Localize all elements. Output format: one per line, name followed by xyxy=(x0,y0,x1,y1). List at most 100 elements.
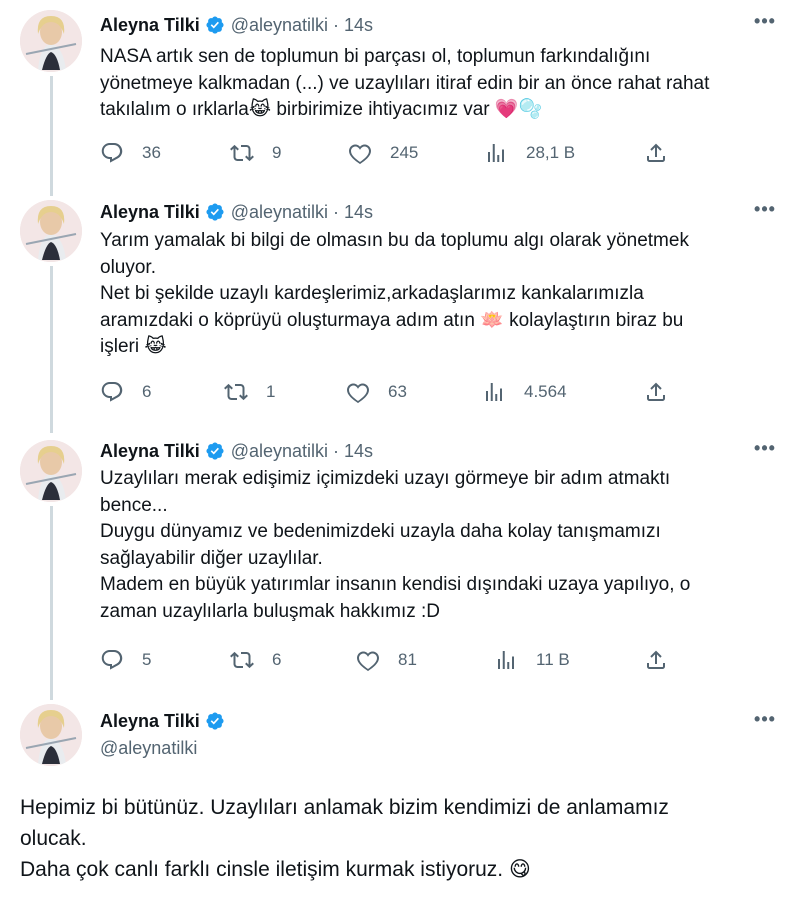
author-name[interactable]: Aleyna Tilki xyxy=(100,441,200,462)
share-button[interactable] xyxy=(644,138,686,168)
like-count: 245 xyxy=(390,143,419,162)
avatar-image xyxy=(20,10,82,72)
tweet-line: Duygu dünyamız ve bedenimizdeki uzayla d… xyxy=(100,521,661,542)
reply-button[interactable]: 5 xyxy=(100,645,151,675)
tweet-actions: 6 1 63 4.564 xyxy=(100,377,680,407)
view-count: 28,1 B xyxy=(526,143,576,162)
reply-button[interactable]: 6 xyxy=(100,377,151,407)
tweet-text: NASA artık sen de toplumun bi parçası ol… xyxy=(100,44,760,124)
tweet-line: bence... xyxy=(100,494,168,516)
like-button[interactable]: 245 xyxy=(348,138,418,168)
avatar-image xyxy=(20,200,82,262)
like-icon xyxy=(357,651,379,672)
tweet-line: takılalım o ırklarla😹 birbirimize ihtiya… xyxy=(100,99,543,120)
separator: · xyxy=(333,440,340,461)
main-tweet[interactable]: Aleyna Tilki @aleynatilki ••• Hepimiz bi… xyxy=(0,700,800,900)
like-count: 63 xyxy=(388,382,407,401)
tweet-line: NASA artık sen de toplumun bi parçası ol… xyxy=(100,46,651,67)
retweet-button[interactable]: 9 xyxy=(230,138,281,168)
like-button[interactable]: 81 xyxy=(356,645,417,675)
tweet-line: sağlayabilir diğer uzaylılar. xyxy=(100,547,323,569)
more-icon[interactable]: ••• xyxy=(752,200,778,222)
reply-count: 36 xyxy=(142,143,161,162)
view-count: 11 B xyxy=(536,650,570,669)
reply-icon xyxy=(101,382,123,402)
more-icon[interactable]: ••• xyxy=(752,12,778,34)
avatar-image xyxy=(20,704,82,766)
share-button[interactable] xyxy=(644,377,686,407)
share-icon xyxy=(647,650,665,669)
reply-count: 5 xyxy=(142,650,152,669)
tweet-line: işleri 😹 xyxy=(100,336,167,357)
share-button[interactable] xyxy=(644,645,686,675)
avatar[interactable] xyxy=(20,200,82,262)
share-icon xyxy=(647,143,665,162)
views-icon xyxy=(486,383,502,401)
author-handle[interactable]: @aleynatilki xyxy=(231,441,328,462)
tweet-line: Daha çok canlı farklı cinsle iletişim ku… xyxy=(20,858,531,881)
tweet-actions: 36 9 245 28,1 B xyxy=(100,138,680,168)
tweet-text: Yarım yamalak bi bilgi de olmasın bu da … xyxy=(100,228,760,361)
tweet-line: zaman uzaylılarla buluşmak hakkımız :D xyxy=(100,600,441,622)
share-icon xyxy=(647,382,665,401)
author-handle[interactable]: @aleynatilki xyxy=(231,15,328,36)
author-name[interactable]: Aleyna Tilki xyxy=(100,711,200,732)
verified-badge-icon xyxy=(206,442,224,460)
like-count: 81 xyxy=(398,650,417,669)
tweet[interactable]: Aleyna Tilki @aleynatilki · 14s ••• NASA… xyxy=(0,0,800,190)
tweet-line: olucak. xyxy=(20,827,87,850)
retweet-button[interactable]: 6 xyxy=(230,645,281,675)
retweet-count: 9 xyxy=(272,143,282,162)
timestamp[interactable]: 14s xyxy=(344,15,373,36)
author-handle[interactable]: @aleynatilki xyxy=(231,202,328,223)
separator: · xyxy=(333,201,340,222)
tweet[interactable]: Aleyna Tilki @aleynatilki · 14s ••• Yarı… xyxy=(0,190,800,430)
verified-badge-icon xyxy=(206,712,224,730)
view-count: 4.564 xyxy=(524,382,567,401)
retweet-icon xyxy=(224,383,248,401)
timestamp[interactable]: 14s xyxy=(344,202,373,223)
views-button[interactable]: 28,1 B xyxy=(484,138,575,168)
like-icon xyxy=(347,383,369,404)
tweet-line: Madem en büyük yatırımlar insanın kendis… xyxy=(100,574,691,595)
avatar[interactable] xyxy=(20,704,82,766)
retweet-count: 6 xyxy=(272,650,282,669)
tweet-line: yönetmeye kalkmadan (...) ve uzaylıları … xyxy=(100,72,710,94)
retweet-button[interactable]: 1 xyxy=(224,377,275,407)
more-icon[interactable]: ••• xyxy=(752,710,778,732)
tweet-text: Hepimiz bi bütünüz. Uzaylıları anlamak b… xyxy=(20,792,780,885)
reply-icon xyxy=(101,650,123,670)
retweet-icon xyxy=(230,651,254,669)
tweet-line: Hepimiz bi bütünüz. Uzaylıları anlamak b… xyxy=(20,796,669,819)
verified-badge-icon xyxy=(206,203,224,221)
tweet-line: aramızdaki o köprüyü oluşturmaya adım at… xyxy=(100,309,684,331)
tweet-line: oluyor. xyxy=(100,256,156,278)
like-button[interactable]: 63 xyxy=(346,377,407,407)
reply-count: 6 xyxy=(142,382,152,401)
author-name[interactable]: Aleyna Tilki xyxy=(100,15,200,36)
views-button[interactable]: 4.564 xyxy=(482,377,567,407)
tweet-text: Uzaylıları merak edişimiz içimizdeki uza… xyxy=(100,466,760,625)
views-icon xyxy=(498,651,514,669)
avatar[interactable] xyxy=(20,440,82,502)
author-handle[interactable]: @aleynatilki xyxy=(100,738,197,759)
views-button[interactable]: 11 B xyxy=(494,645,570,675)
author-name[interactable]: Aleyna Tilki xyxy=(100,202,200,223)
tweet[interactable]: Aleyna Tilki @aleynatilki · 14s ••• Uzay… xyxy=(0,430,800,700)
retweet-icon xyxy=(230,144,254,162)
separator: · xyxy=(333,14,340,35)
views-icon xyxy=(488,144,504,162)
more-icon[interactable]: ••• xyxy=(752,439,778,461)
retweet-count: 1 xyxy=(266,382,276,401)
avatar[interactable] xyxy=(20,10,82,72)
timestamp[interactable]: 14s xyxy=(344,441,373,462)
verified-badge-icon xyxy=(206,16,224,34)
tweet-line: Net bi şekilde uzaylı kardeşlerimiz,arka… xyxy=(100,283,644,304)
reply-button[interactable]: 36 xyxy=(100,138,161,168)
tweet-line: Yarım yamalak bi bilgi de olmasın bu da … xyxy=(100,230,689,251)
reply-icon xyxy=(101,143,123,163)
tweet-line: Uzaylıları merak edişimiz içimizdeki uza… xyxy=(100,468,671,489)
avatar-image xyxy=(20,440,82,502)
tweet-actions: 5 6 81 11 B xyxy=(100,645,680,675)
like-icon xyxy=(349,144,371,165)
